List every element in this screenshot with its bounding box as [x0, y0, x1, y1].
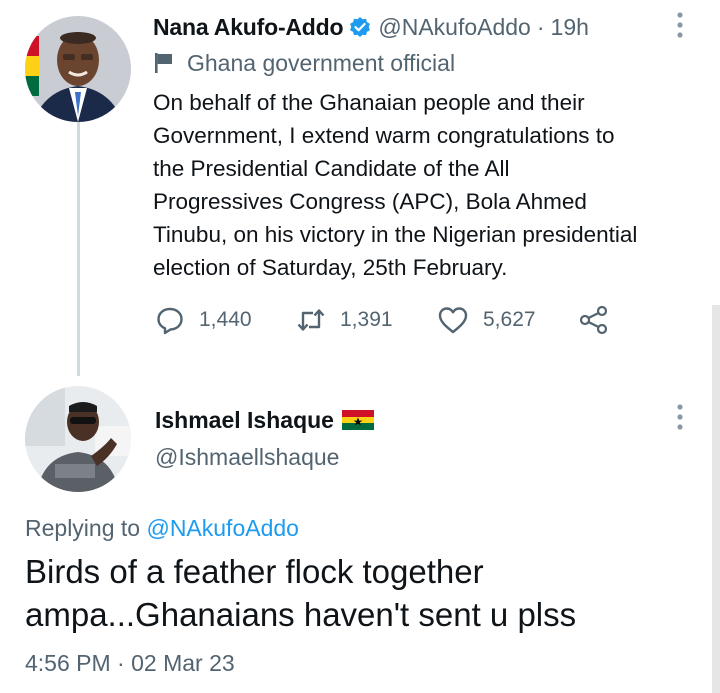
replying-to-prefix: Replying to — [25, 515, 141, 541]
verified-icon — [349, 16, 371, 38]
like-icon — [438, 307, 468, 334]
tweet-actions: 1,440 1,391 5,627 — [155, 303, 625, 337]
retweet-icon — [297, 309, 325, 331]
tweet-time[interactable]: 19h — [551, 14, 589, 41]
ghana-flag-emoji — [341, 410, 374, 430]
reply-header: Ishmael Ishaque — [155, 403, 374, 437]
reply-button[interactable]: 1,440 — [155, 303, 252, 337]
author-handle[interactable]: @NAkufoAddo — [378, 14, 531, 41]
avatar[interactable] — [25, 16, 131, 122]
tweet-text: On behalf of the Ghanaian people and the… — [153, 90, 638, 280]
scroll-edge — [712, 305, 720, 693]
reply-time: 4:56 PM — [25, 650, 111, 676]
reply-icon — [157, 307, 183, 335]
thread-connector-line — [77, 122, 80, 376]
separator-dot: · — [536, 13, 545, 40]
reply-date: 02 Mar 23 — [131, 650, 235, 676]
reply-count: 1,440 — [199, 308, 252, 331]
reply-text: Birds of a feather flock together ampa..… — [25, 553, 577, 633]
more-options-icon[interactable] — [669, 10, 691, 40]
author-name[interactable]: Nana Akufo-Addo — [153, 14, 344, 41]
replying-to: Replying to @NAkufoAddo — [25, 515, 299, 542]
retweet-count: 1,391 — [340, 308, 393, 331]
reply-timestamp[interactable]: 4:56 PM · 02 Mar 23 — [25, 650, 235, 677]
government-label-text: Ghana government official — [187, 49, 456, 76]
government-label[interactable]: Ghana government official — [153, 47, 455, 79]
like-button[interactable]: 5,627 — [437, 303, 536, 337]
separator-dot: · — [117, 650, 125, 676]
share-button[interactable] — [579, 303, 609, 337]
more-options-icon[interactable] — [669, 402, 691, 432]
government-flag-icon — [153, 51, 175, 75]
like-count: 5,627 — [483, 308, 536, 331]
author-handle[interactable]: @Ishmaellshaque — [155, 444, 339, 471]
author-name[interactable]: Ishmael Ishaque — [155, 407, 334, 434]
share-icon — [579, 305, 608, 335]
retweet-button[interactable]: 1,391 — [296, 303, 393, 337]
replying-to-mention[interactable]: @NAkufoAddo — [146, 515, 299, 541]
tweet-thread: Nana Akufo-Addo @NAkufoAddo · 19h Ghana … — [0, 0, 720, 693]
tweet-header: Nana Akufo-Addo @NAkufoAddo · 19h — [153, 10, 589, 44]
avatar[interactable] — [25, 386, 131, 492]
